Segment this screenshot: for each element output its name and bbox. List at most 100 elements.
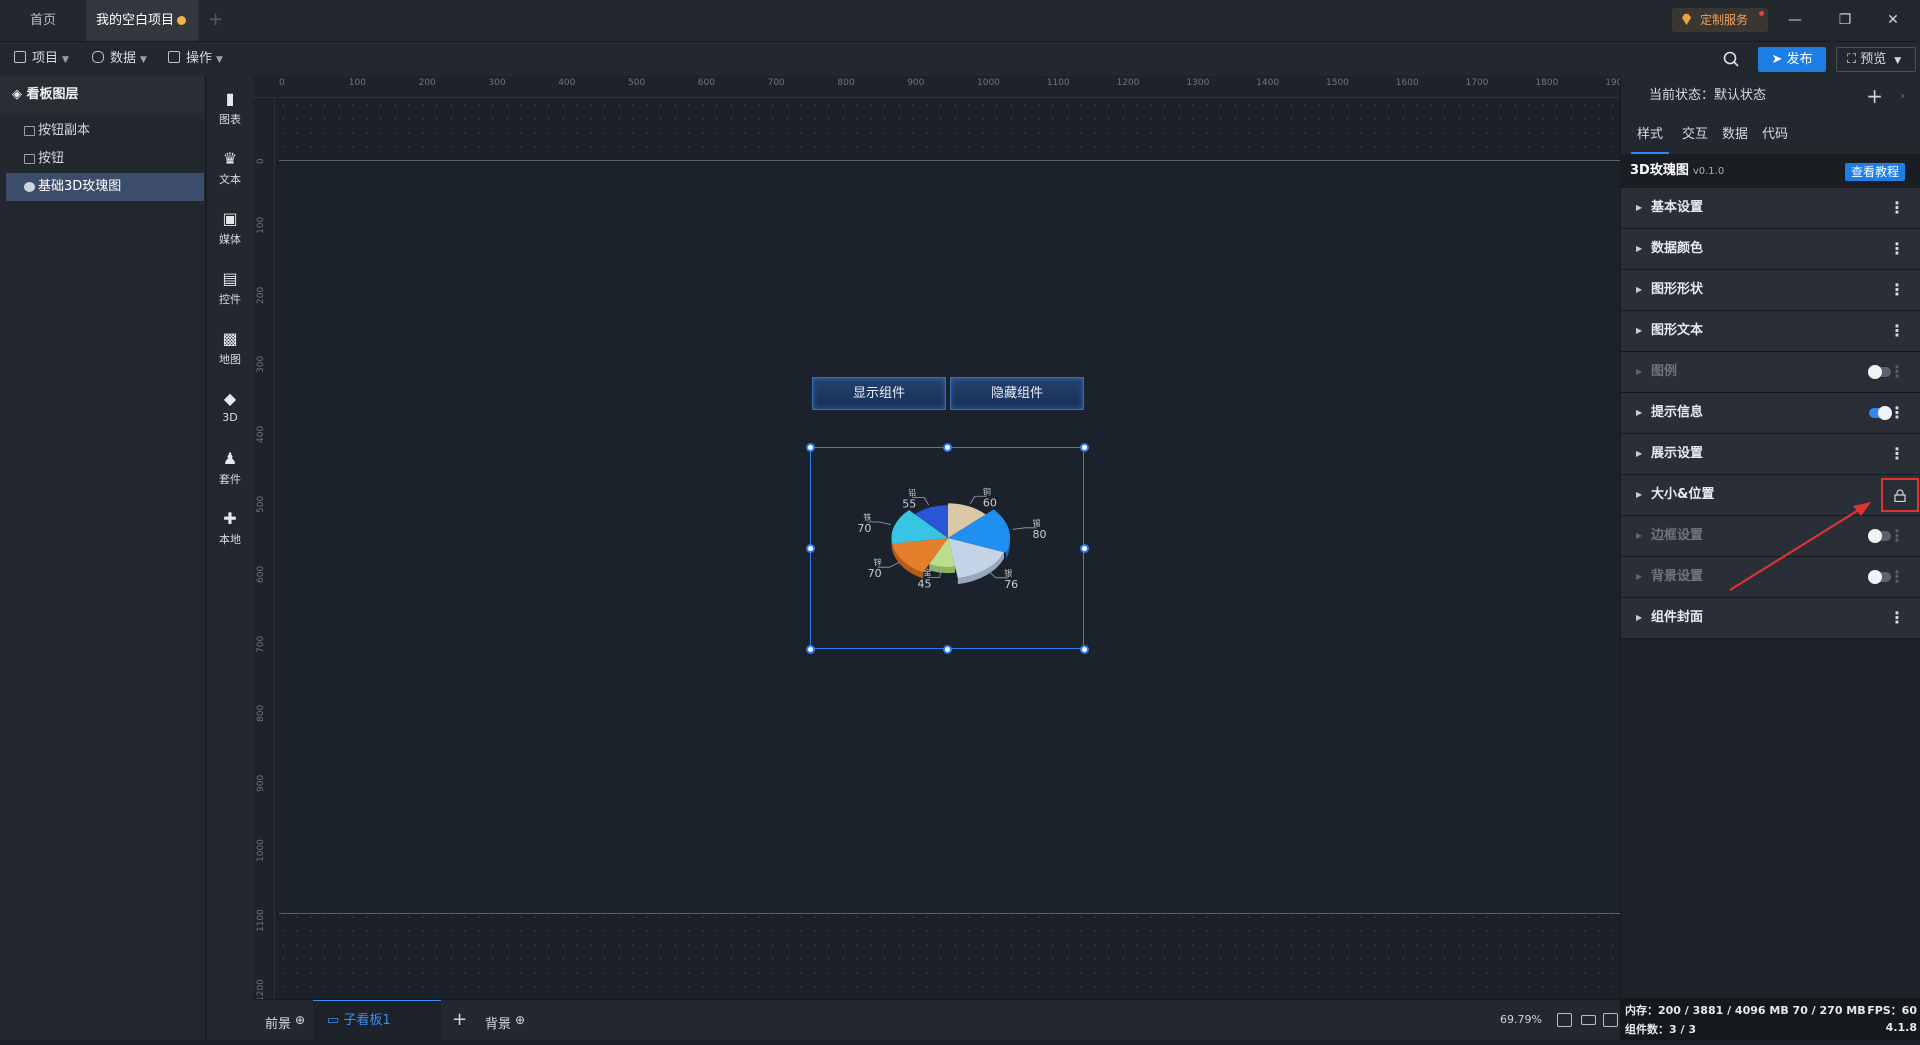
add-state-icon[interactable]: +	[1866, 76, 1883, 116]
add-circle-icon[interactable]: ⊕	[295, 1013, 305, 1027]
caret-right-icon: ▶	[1636, 490, 1643, 499]
ruler-tick-label: 500	[628, 78, 646, 88]
terminal-icon[interactable]	[1603, 1013, 1618, 1027]
caret-right-icon: ▶	[1636, 408, 1643, 417]
publish-button[interactable]: ➤ 发布	[1758, 47, 1826, 72]
caret-right-icon: ▶	[1636, 203, 1643, 212]
current-state-row[interactable]: 当前状态：默认状态 + ›	[1621, 76, 1920, 116]
more-vertical-icon[interactable]: ⋮	[1889, 516, 1905, 556]
layer-item-rose-chart[interactable]: 基础3D玫瑰图	[6, 173, 204, 201]
section-label: 背景设置	[1651, 569, 1704, 584]
menu-data[interactable]: 数据 ▼	[92, 42, 147, 76]
pie-value-label: 45	[918, 578, 932, 591]
component-local[interactable]: ✚ 本地	[207, 504, 253, 552]
ruler-tick-label: 1100	[256, 908, 266, 932]
cube-icon: ◆	[223, 389, 237, 408]
tab-code[interactable]: 代码	[1756, 116, 1794, 154]
rose-chart[interactable]: 铜60锡80银76金45锌70铁70铅55	[811, 448, 1083, 648]
tab-style[interactable]: 样式	[1631, 116, 1670, 154]
section-6[interactable]: ▶ 展示设置 ⋮	[1621, 434, 1920, 475]
ruler-tick-label: 600	[697, 78, 715, 88]
search-icon[interactable]	[1723, 51, 1739, 67]
layer-item-button-copy[interactable]: 按钮副本	[0, 117, 205, 145]
more-vertical-icon[interactable]: ⋮	[1889, 229, 1905, 269]
component-3d[interactable]: ◆ 3D	[207, 384, 253, 432]
component-kit[interactable]: ♟ 套件	[207, 444, 253, 492]
caret-right-icon: ▶	[1636, 244, 1643, 253]
tab-foreground[interactable]: 前景 ⊕	[265, 1000, 305, 1040]
preview-button[interactable]: ⛶ 预览 ▼	[1836, 47, 1916, 72]
menu-operate[interactable]: 操作 ▼	[168, 42, 223, 76]
tab-sub-board[interactable]: ▭ 子看板1	[313, 1000, 441, 1040]
more-vertical-icon[interactable]: ⋮	[1889, 311, 1905, 351]
tab-data[interactable]: 数据	[1716, 116, 1754, 154]
component-version: v0.1.0	[1692, 166, 1725, 177]
tab-home[interactable]: 首页	[0, 0, 86, 41]
ruler-tick-label: 1600	[1395, 78, 1419, 88]
more-vertical-icon[interactable]: ⋮	[1889, 352, 1905, 392]
layer-panel-header: ◈ 看板图层	[0, 76, 205, 113]
section-4[interactable]: ▶ 图例 ⋮	[1621, 352, 1920, 393]
component-control[interactable]: ▤ 控件	[207, 264, 253, 312]
chevron-right-icon[interactable]: ›	[1901, 76, 1905, 116]
section-toggle[interactable]	[1868, 365, 1891, 379]
add-circle-icon[interactable]: ⊕	[515, 1013, 525, 1027]
section-1[interactable]: ▶ 数据颜色 ⋮	[1621, 229, 1920, 270]
publish-label: 发布	[1786, 52, 1813, 67]
menu-project[interactable]: 项目 ▼	[14, 42, 69, 76]
pie-category-label: 锡	[1033, 519, 1041, 528]
more-vertical-icon[interactable]: ⋮	[1889, 270, 1905, 310]
component-media[interactable]: ▣ 媒体	[207, 204, 253, 252]
zoom-level[interactable]: 69.79%	[1500, 1000, 1542, 1040]
section-label: 图例	[1651, 364, 1678, 379]
caret-right-icon: ▶	[1636, 326, 1643, 335]
toolbar: 项目 ▼ 数据 ▼ 操作 ▼ ➤ 发布 ⛶ 预览 ▼	[0, 41, 1920, 76]
minimize-button[interactable]: —	[1782, 8, 1808, 32]
component-chart[interactable]: ▮ 图表	[207, 84, 253, 132]
lock-icon[interactable]	[1894, 489, 1906, 502]
ruler-tick-label: 1500	[1326, 78, 1349, 88]
custom-service-button[interactable]: 定制服务	[1672, 8, 1768, 32]
document-icon	[14, 51, 26, 63]
section-label: 边框设置	[1651, 528, 1704, 543]
section-3[interactable]: ▶ 图形文本 ⋮	[1621, 311, 1920, 352]
ruler-tick-label: 1300	[1186, 78, 1210, 88]
layer-item-button[interactable]: 按钮	[0, 145, 205, 173]
more-vertical-icon[interactable]: ⋮	[1889, 557, 1905, 597]
section-5[interactable]: ▶ 提示信息 ⋮	[1621, 393, 1920, 434]
tab-background[interactable]: 背景 ⊕	[485, 1000, 525, 1040]
more-vertical-icon[interactable]: ⋮	[1889, 188, 1905, 228]
ruler-tick-label: 1200	[256, 978, 266, 999]
add-tab-button[interactable]: +	[208, 10, 223, 30]
ruler-tick-label: 500	[256, 495, 266, 513]
tab-interaction[interactable]: 交互	[1676, 116, 1714, 154]
section-10[interactable]: ▶ 组件封面 ⋮	[1621, 598, 1920, 639]
section-0[interactable]: ▶ 基本设置 ⋮	[1621, 188, 1920, 229]
ruler-tick-label: 200	[418, 78, 436, 88]
keyboard-icon[interactable]	[1581, 1015, 1596, 1025]
database-icon	[92, 51, 104, 63]
more-vertical-icon[interactable]: ⋮	[1889, 393, 1905, 433]
close-button[interactable]: ✕	[1880, 8, 1906, 32]
section-toggle[interactable]	[1869, 406, 1892, 420]
component-map[interactable]: ▩ 地图	[207, 324, 253, 372]
pie-category-label: 铜	[983, 486, 991, 496]
pie-value-label: 70	[857, 522, 871, 535]
section-2[interactable]: ▶ 图形形状 ⋮	[1621, 270, 1920, 311]
ruler-tick-label: 900	[256, 775, 266, 793]
pie-value-label: 60	[983, 496, 997, 509]
more-vertical-icon[interactable]: ⋮	[1889, 598, 1905, 638]
view-tutorial-button[interactable]: 查看教程	[1845, 163, 1905, 181]
fit-screen-icon[interactable]	[1557, 1013, 1572, 1027]
tab-project[interactable]: 我的空白项目	[86, 0, 198, 41]
restore-button[interactable]: ❐	[1832, 8, 1858, 32]
bar-chart-icon: ▮	[225, 89, 235, 108]
component-text[interactable]: ♛ 文本	[207, 144, 253, 192]
ruler-tick-label: 1800	[1535, 78, 1559, 88]
component-label: 本地	[219, 533, 241, 546]
more-vertical-icon[interactable]: ⋮	[1889, 434, 1905, 474]
show-component-button[interactable]: 显示组件	[812, 377, 946, 410]
tab-foreground-label: 前景	[265, 1017, 292, 1032]
add-board-button[interactable]: +	[452, 1000, 467, 1040]
hide-component-button[interactable]: 隐藏组件	[950, 377, 1084, 410]
